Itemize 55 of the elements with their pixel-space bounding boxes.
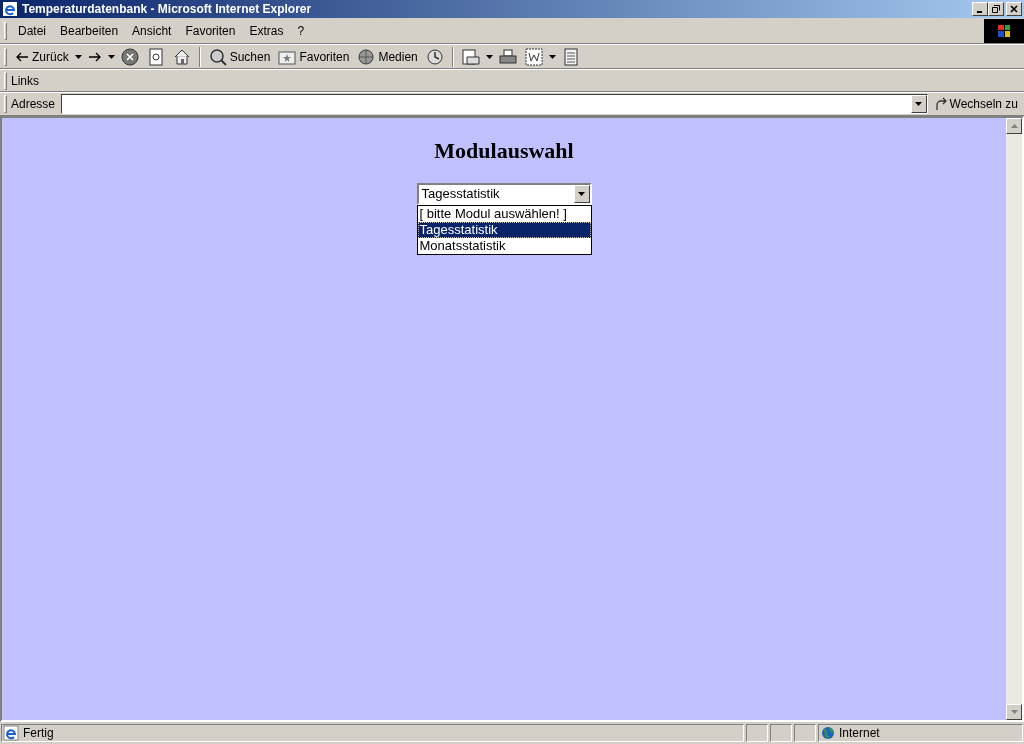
menu-item[interactable]: ? [290,21,312,40]
menu-item[interactable]: Datei [11,21,53,40]
down-triangle-icon [1010,710,1018,714]
up-triangle-icon [1010,124,1018,128]
status-panel [794,724,816,742]
clock-icon [425,47,444,66]
close-icon [1010,5,1018,13]
home-icon [172,47,191,66]
forward-arrow-icon [87,51,102,62]
favorites-button[interactable]: Favoriten [274,45,354,68]
document-w-icon [524,47,543,66]
printer-icon [498,47,517,66]
search-button[interactable]: Suchen [204,45,275,68]
status-text-panel: Fertig [1,724,744,742]
browser-e-icon [2,1,18,17]
page-heading: Modulauswahl [434,137,574,165]
menu-item[interactable]: Bearbeiten [53,21,126,40]
menu-item[interactable]: Extras [242,21,291,40]
scroll-down-button[interactable] [1006,704,1022,720]
dropdown-option[interactable]: Tagesstatistik [417,222,591,238]
status-panel [770,724,792,742]
dropdown-option[interactable]: Monatsstatistik [417,238,591,254]
notepad-icon [561,47,580,66]
refresh-icon [146,47,165,66]
module-select[interactable]: Tagesstatistik [416,183,592,205]
stop-icon [120,47,139,66]
caret-icon [548,54,556,59]
caret-icon [107,54,115,59]
search-icon [208,47,227,66]
minimize-button[interactable] [972,2,988,16]
go-arrow-icon [933,97,948,111]
restore-button[interactable] [988,2,1004,16]
status-panel [746,724,768,742]
caret-icon [915,102,922,106]
caret-icon [74,54,82,59]
links-label[interactable]: Links [11,71,39,90]
back-button[interactable]: Zurück [11,45,73,68]
back-arrow-icon [15,51,29,62]
caret-icon [485,54,493,59]
dropdown-option[interactable]: [ bitte Modul auswählen! ] [417,206,591,222]
menu-item[interactable]: Ansicht [125,21,179,40]
go-button[interactable]: Wechseln zu [927,93,1024,115]
media-button[interactable]: Medien [353,45,422,68]
menu-item[interactable]: Favoriten [178,21,243,40]
caret-icon [578,192,585,196]
address-field[interactable] [61,94,928,114]
zone-panel: Internet [818,724,1023,742]
windows-logo-icon [984,18,1024,43]
address-label: Adresse [11,96,56,113]
globe-icon [821,726,835,740]
scroll-up-button[interactable] [1006,118,1022,134]
restore-icon [992,5,1000,13]
close-button[interactable] [1006,2,1022,16]
page-e-icon [3,725,19,741]
window-title: Temperaturdatenbank - Microsoft Internet Explorer [22,1,313,18]
